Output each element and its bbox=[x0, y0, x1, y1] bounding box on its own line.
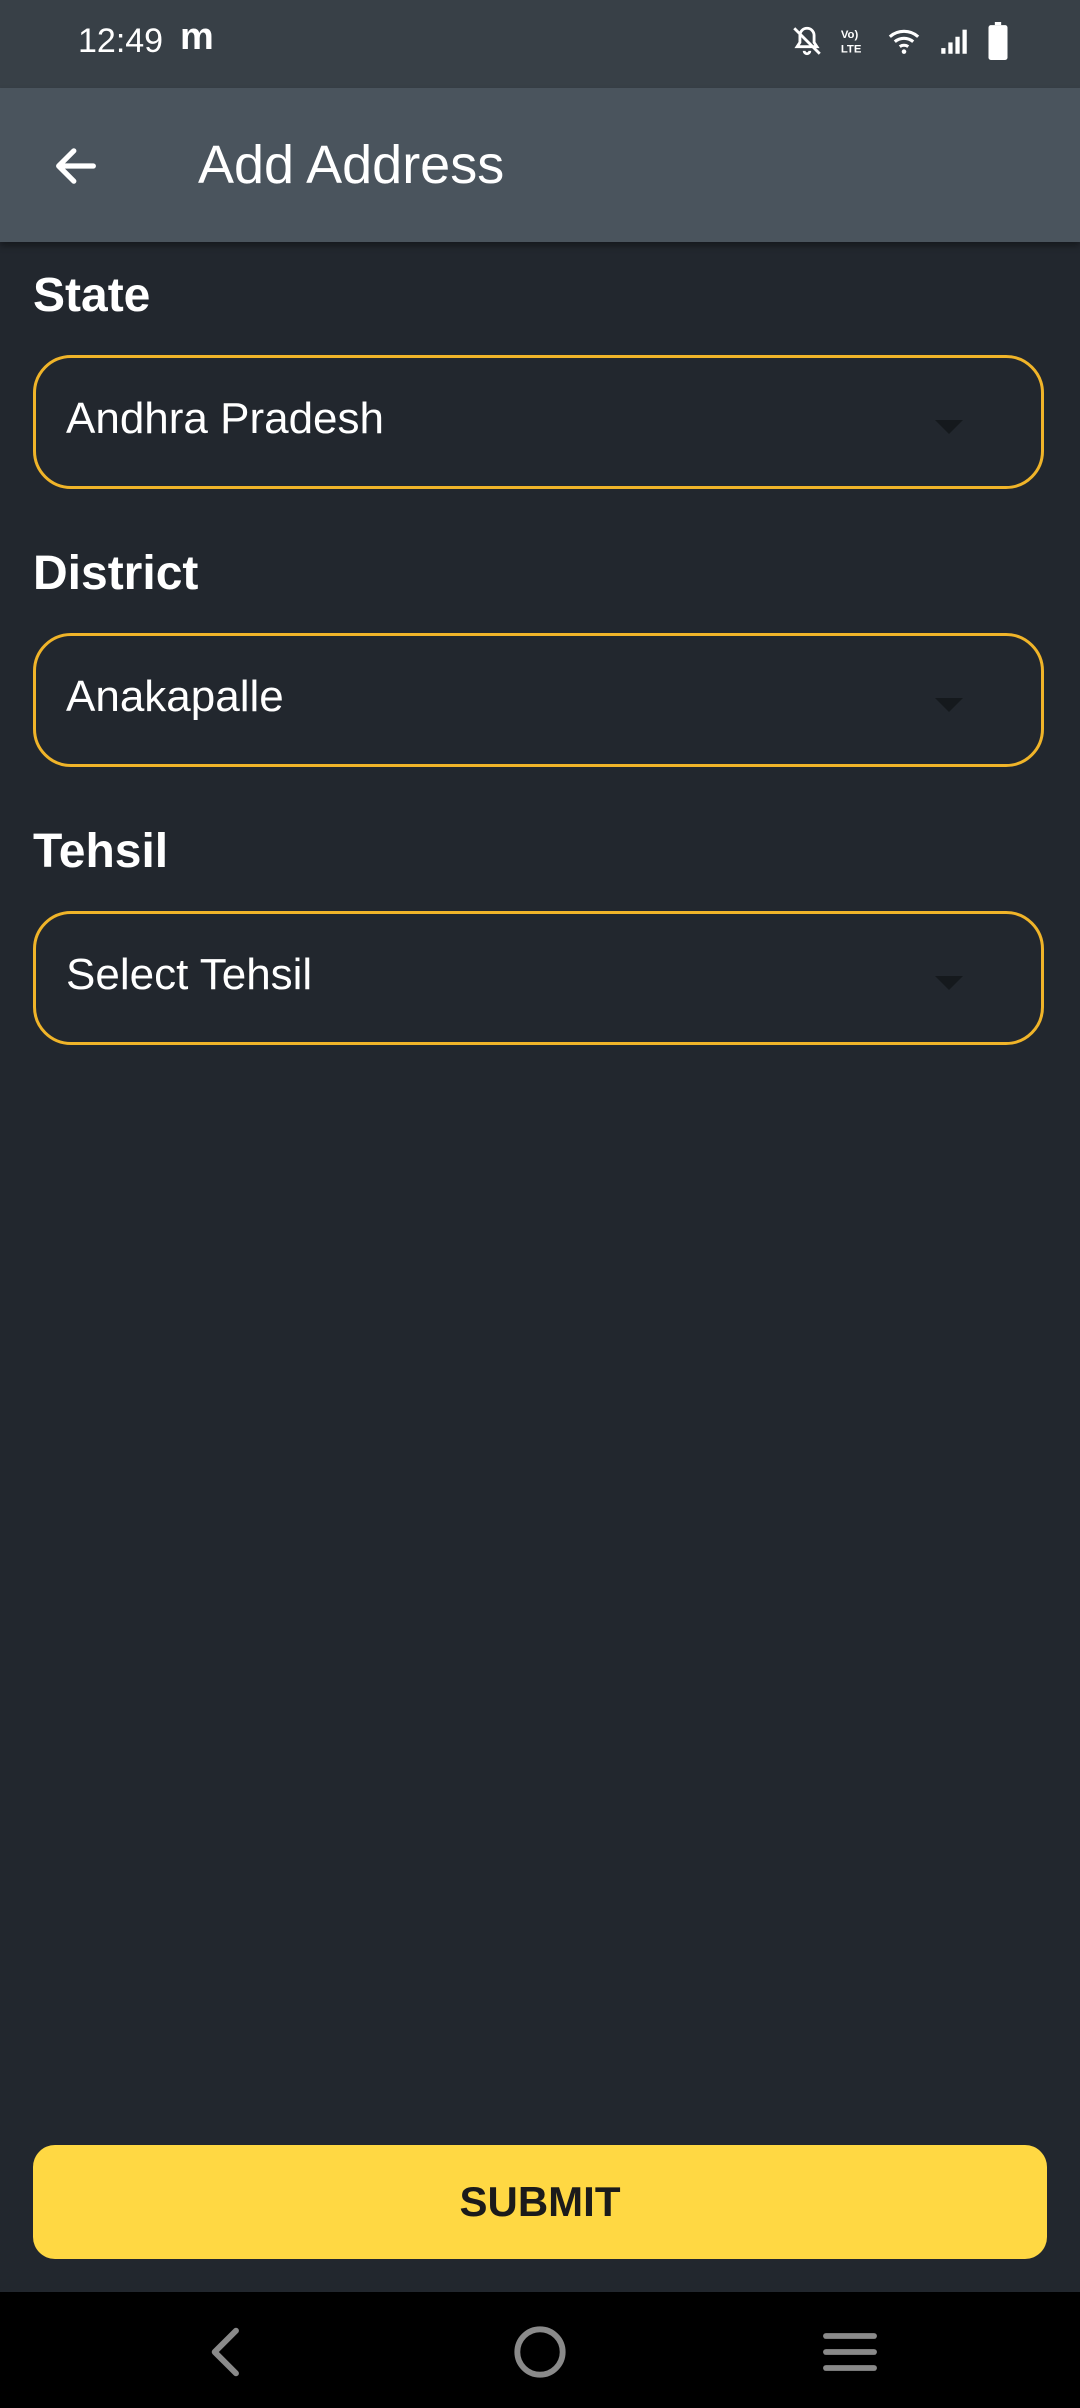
back-icon[interactable] bbox=[196, 2320, 260, 2384]
tehsil-dropdown-placeholder: Select Tehsil bbox=[66, 950, 313, 999]
state-label: State bbox=[33, 269, 151, 322]
battery-icon bbox=[988, 22, 1008, 60]
app-bar: Add Address bbox=[0, 88, 1080, 242]
chevron-down-icon bbox=[935, 420, 963, 434]
page-title: Add Address bbox=[198, 135, 505, 195]
app-notification-icon: m bbox=[180, 16, 214, 58]
submit-button[interactable]: SUBMIT bbox=[33, 2145, 1047, 2259]
district-dropdown[interactable]: Anakapalle bbox=[33, 633, 1044, 767]
system-nav-bar bbox=[0, 2292, 1080, 2408]
tehsil-dropdown[interactable]: Select Tehsil bbox=[33, 911, 1044, 1045]
tehsil-label: Tehsil bbox=[33, 825, 169, 878]
status-time: 12:49 bbox=[78, 22, 164, 60]
wifi-icon bbox=[888, 29, 920, 54]
back-button[interactable] bbox=[40, 130, 112, 202]
svg-text:Vo): Vo) bbox=[841, 29, 859, 41]
recents-icon[interactable] bbox=[818, 2320, 882, 2384]
state-dropdown-value: Andhra Pradesh bbox=[66, 394, 384, 443]
svg-text:LTE: LTE bbox=[841, 43, 862, 55]
bell-off-icon bbox=[793, 26, 821, 56]
arrow-left-icon bbox=[56, 148, 96, 184]
chevron-down-icon bbox=[935, 976, 963, 990]
district-dropdown-value: Anakapalle bbox=[66, 672, 284, 721]
signal-icon bbox=[941, 29, 967, 54]
chevron-down-icon bbox=[935, 698, 963, 712]
volte-icon: Vo) LTE bbox=[841, 29, 862, 55]
district-label: District bbox=[33, 547, 199, 600]
state-dropdown[interactable]: Andhra Pradesh bbox=[33, 355, 1044, 489]
status-icons: Vo) LTE bbox=[790, 22, 1010, 60]
status-bar: 12:49 m Vo) LTE bbox=[0, 0, 1080, 88]
home-icon[interactable] bbox=[508, 2320, 572, 2384]
